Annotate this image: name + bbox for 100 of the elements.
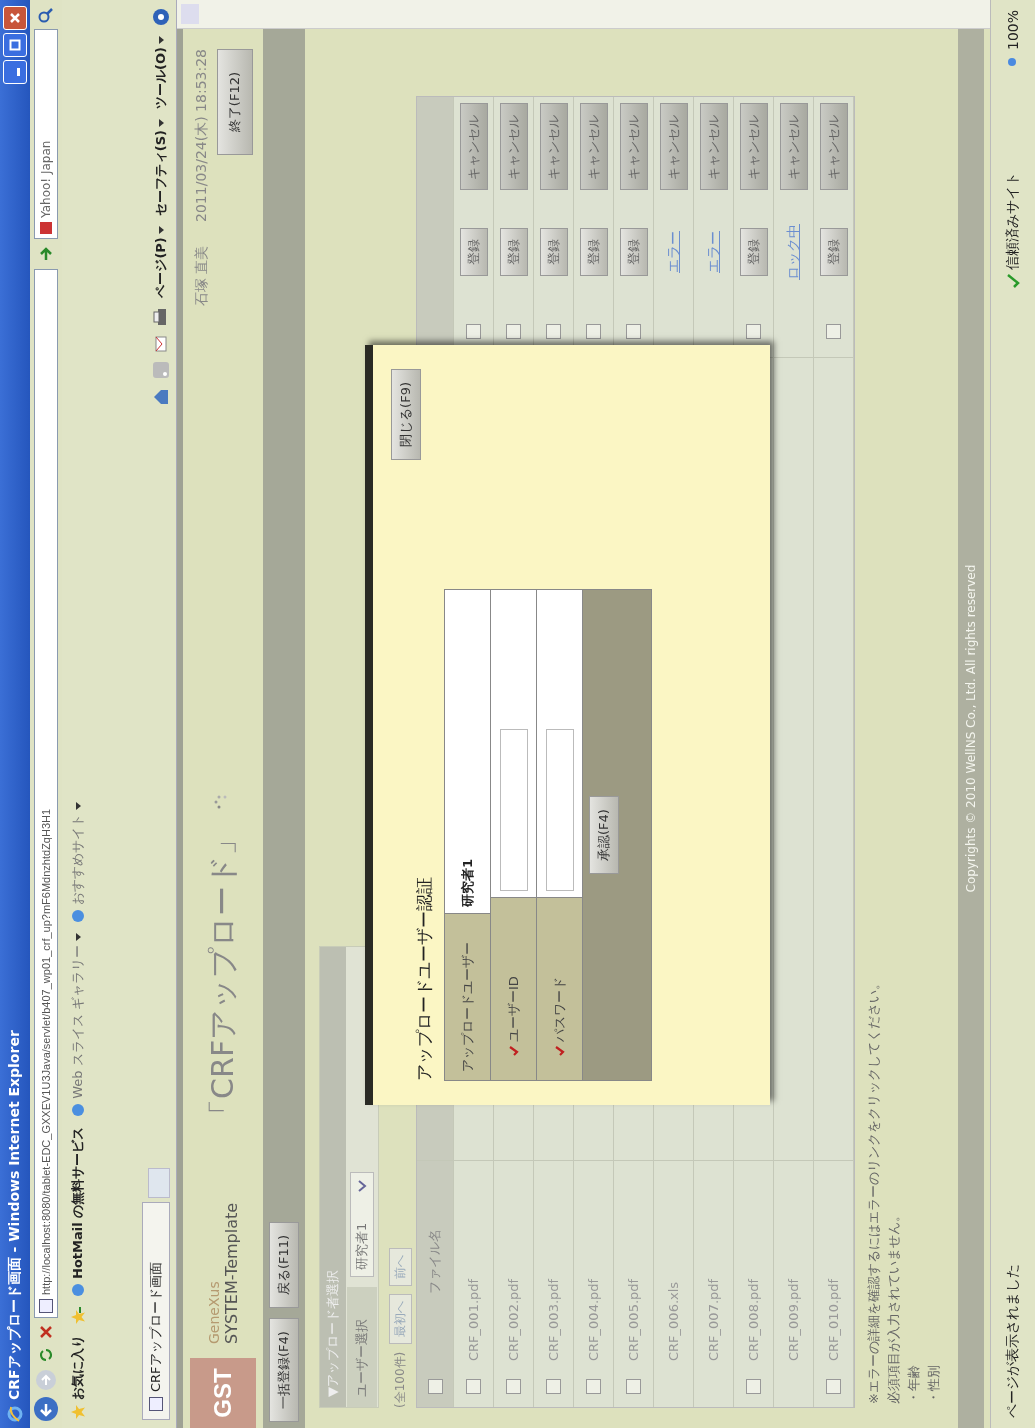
row-checkbox[interactable] <box>506 1379 521 1395</box>
row-checkbox[interactable] <box>506 324 521 340</box>
cancel-button[interactable]: キャンセル <box>459 103 488 191</box>
brand-name: GeneXus <box>205 1280 222 1344</box>
favorites-link[interactable]: HotMail の無料サービス <box>69 1126 87 1297</box>
browser-logo-icon <box>7 1406 23 1422</box>
register-button[interactable]: 登録 <box>739 228 768 276</box>
system-name: SYSTEM-Template <box>221 1202 241 1344</box>
scrollbar[interactable] <box>177 0 990 29</box>
user-name: 石塚 直美 <box>193 245 210 307</box>
register-button[interactable]: 登録 <box>459 228 488 276</box>
home-icon[interactable] <box>152 387 170 406</box>
note-text: ・年齢 <box>905 1364 922 1404</box>
help-icon[interactable] <box>152 8 170 26</box>
status-link[interactable]: エラー <box>704 231 723 273</box>
favorites-link[interactable]: おすすめサイト <box>69 802 87 924</box>
minimize-button[interactable] <box>3 60 27 84</box>
copyright-text: Copyrights © 2010 WellNS Co., Ltd. All rights reserved <box>964 564 978 893</box>
window-title: CRFアップロード画面 - Windows Internet Explorer <box>6 1030 23 1400</box>
check-icon <box>1006 274 1020 289</box>
file-name: CRF_008.pdf <box>746 1277 761 1363</box>
file-name: CRF_009.pdf <box>786 1277 801 1363</box>
mail-icon[interactable] <box>154 335 168 352</box>
toolbar-button[interactable]: 一括登録(F4) <box>269 1318 299 1422</box>
page-title: 「CRFアップロード」 <box>203 824 241 1129</box>
field-label: アップロードユーザー <box>445 913 490 1080</box>
field-label: ユーザー選択 <box>347 1287 377 1407</box>
input-field[interactable] <box>545 729 574 891</box>
zoom-level[interactable]: 100% <box>1005 10 1021 69</box>
cancel-button[interactable]: キャンセル <box>699 103 728 191</box>
search-provider-icon <box>40 222 52 234</box>
globe-icon <box>71 909 85 924</box>
caret-icon <box>157 36 165 44</box>
address-field[interactable]: http://localhost:8080/tablet-EDC_GXXEV1U3Java/servlet/b407_wp01_crf_up?mF6MdnzhtdZqH3H1 <box>34 269 58 1318</box>
refresh-icon[interactable] <box>37 1346 55 1364</box>
search-field[interactable]: Yahoo! Japan <box>34 29 58 239</box>
close-button[interactable] <box>3 6 27 30</box>
register-button[interactable]: 登録 <box>619 228 648 276</box>
back-icon[interactable] <box>33 1396 59 1422</box>
row-checkbox[interactable] <box>826 324 841 340</box>
command-menu[interactable]: ツール(O) <box>152 36 170 109</box>
note-text: 必須項目が入力されていません。 <box>885 1208 902 1404</box>
file-name: CRF_002.pdf <box>506 1277 521 1363</box>
logo: GST <box>190 1358 256 1428</box>
row-checkbox[interactable] <box>546 1379 561 1395</box>
cancel-button[interactable]: キャンセル <box>659 103 688 191</box>
toolbar-button[interactable]: 戻る(F11) <box>269 1221 299 1309</box>
row-checkbox[interactable] <box>586 324 601 340</box>
cancel-button[interactable]: キャンセル <box>739 103 768 191</box>
record-count: (全100件) <box>392 1351 408 1408</box>
browser-tab[interactable]: CRFアップロード画面 <box>142 1202 170 1420</box>
maximize-button[interactable] <box>3 33 27 57</box>
field-label: ユーザーID <box>491 897 536 1080</box>
close-dialog-button[interactable]: 閉じる(F9) <box>391 369 421 460</box>
add-favorite-icon[interactable] <box>70 1307 86 1325</box>
user-select[interactable]: 研究者1 <box>350 1171 374 1277</box>
minimize-icon <box>16 68 20 76</box>
row-checkbox[interactable] <box>626 1379 641 1395</box>
favorites-link[interactable]: Web スライス ギャラリー <box>69 933 87 1117</box>
cancel-button[interactable]: キャンセル <box>619 103 648 191</box>
forward-icon[interactable] <box>35 1369 57 1391</box>
approve-button[interactable]: 承認(F4) <box>589 796 619 874</box>
print-icon[interactable] <box>153 307 169 326</box>
row-checkbox[interactable] <box>586 1379 601 1395</box>
favorites-button[interactable]: お気に入り <box>69 1335 87 1420</box>
cancel-button[interactable]: キャンセル <box>779 103 808 191</box>
status-message: ページが表示されました <box>1004 1264 1021 1418</box>
register-button[interactable]: 登録 <box>499 228 528 276</box>
row-checkbox[interactable] <box>626 324 641 340</box>
globe-icon <box>71 1102 85 1117</box>
cancel-button[interactable]: キャンセル <box>539 103 568 191</box>
file-name: CRF_005.pdf <box>626 1277 641 1363</box>
file-name: CRF_001.pdf <box>466 1277 481 1363</box>
row-checkbox[interactable] <box>546 324 561 340</box>
file-name: CRF_007.pdf <box>706 1277 721 1363</box>
select-all-checkbox[interactable] <box>427 1379 443 1395</box>
feed-icon[interactable] <box>153 361 169 378</box>
caret-icon <box>157 118 165 127</box>
cancel-button[interactable]: キャンセル <box>579 103 608 191</box>
row-checkbox[interactable] <box>746 324 761 340</box>
register-button[interactable]: 登録 <box>819 228 848 276</box>
field-value: 研究者1 <box>458 858 476 907</box>
row-checkbox[interactable] <box>826 1379 841 1395</box>
row-checkbox[interactable] <box>746 1379 761 1395</box>
search-icon[interactable] <box>37 6 55 24</box>
register-button[interactable]: 登録 <box>579 228 608 276</box>
row-checkbox[interactable] <box>466 324 481 340</box>
command-menu[interactable]: ページ(P) <box>152 226 170 298</box>
dialog-title: アップロードユーザー認証 <box>413 877 435 1081</box>
command-menu[interactable]: セーフティ(S) <box>152 118 170 217</box>
globe-icon <box>71 1283 85 1297</box>
row-checkbox[interactable] <box>466 1379 481 1395</box>
exit-button[interactable]: 終了(F12) <box>217 49 253 156</box>
note-text: ※エラーの詳細を確認するにはエラーのリンクをクリックしてください。 <box>865 976 882 1404</box>
register-button[interactable]: 登録 <box>539 228 568 276</box>
status-link[interactable]: エラー <box>664 231 683 273</box>
cancel-button[interactable]: キャンセル <box>499 103 528 191</box>
status-link[interactable]: ロック中 <box>784 224 803 280</box>
cancel-button[interactable]: キャンセル <box>819 103 848 191</box>
input-field[interactable] <box>499 729 528 891</box>
